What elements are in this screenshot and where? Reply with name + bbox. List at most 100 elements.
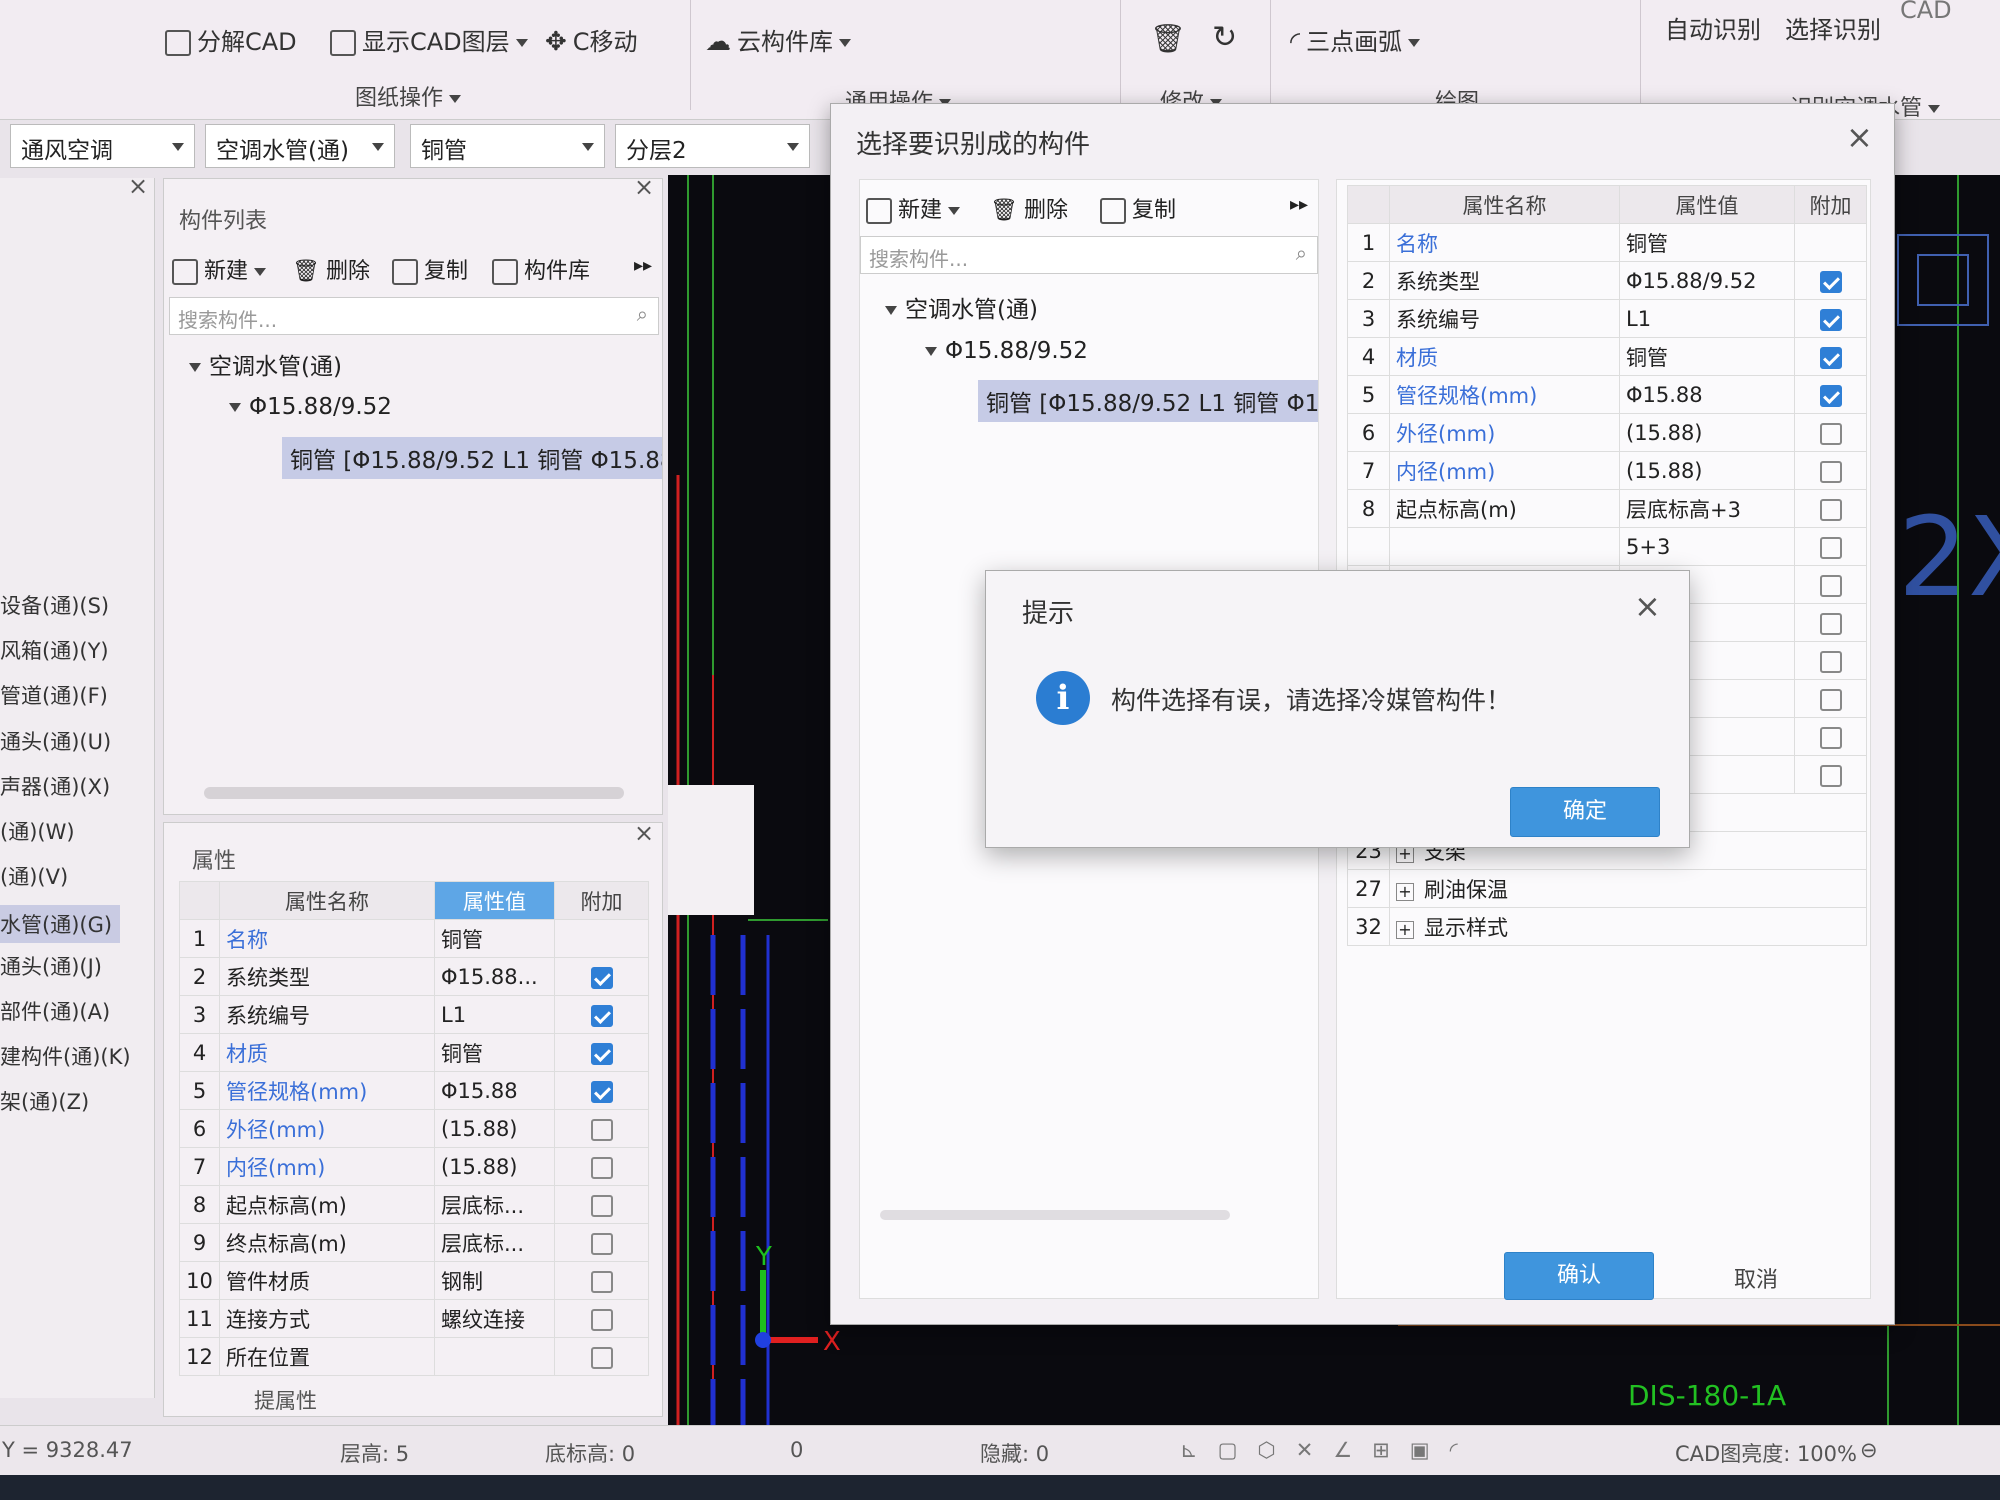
property-value[interactable]: 铜管 — [1619, 337, 1795, 376]
table-row[interactable]: 3 系统编号 L1 — [179, 995, 649, 1034]
table-row[interactable]: 10 管件材质 钢制 — [179, 1261, 649, 1300]
new-button[interactable]: 新建 — [866, 192, 961, 224]
property-value[interactable]: 5+3 — [1619, 527, 1795, 566]
tree-node-spec[interactable]: Φ15.88/9.52 — [925, 338, 1088, 364]
attach-checkbox[interactable] — [1819, 270, 1842, 293]
layer-select[interactable]: 分层2 — [615, 124, 810, 168]
snap-tool-icons[interactable]: ⊾▢⬡✕∠⊞▣◜ — [1180, 1438, 1478, 1462]
table-row[interactable]: 5+3 — [1347, 527, 1867, 566]
property-value[interactable]: Φ15.88... — [434, 957, 555, 996]
cloud-library-button[interactable]: ☁ 云构件库 — [705, 22, 851, 57]
property-value[interactable]: 铜管 — [434, 919, 555, 958]
auto-recognize-button[interactable]: 自动识别 — [1665, 10, 1761, 45]
table-row[interactable]: 2 系统类型 Φ15.88/9.52 — [1347, 261, 1867, 300]
c-move-button[interactable]: ✥ C移动 — [545, 22, 638, 57]
table-row[interactable]: 11 连接方式 螺纹连接 — [179, 1299, 649, 1338]
new-button[interactable]: 新建 — [172, 253, 267, 285]
tree-node-category[interactable]: 空调水管(通) — [885, 290, 1038, 324]
tree-node-category[interactable]: 空调水管(通) — [189, 347, 342, 381]
table-row[interactable]: 9 终点标高(m) 层底标... — [179, 1223, 649, 1262]
property-value[interactable]: 层底标... — [434, 1185, 555, 1224]
tree-node-component[interactable]: 铜管 [Φ15.88/9.52 L1 铜管 Φ15.88 — [282, 437, 662, 479]
copy-button[interactable]: 复制 — [1100, 192, 1176, 224]
select-recognize-button[interactable]: 选择识别 — [1785, 10, 1881, 45]
nav-item[interactable]: 声器(通)(X) — [0, 771, 110, 801]
table-row[interactable]: 8 起点标高(m) 层底标... — [179, 1185, 649, 1224]
copy-button[interactable]: 复制 — [392, 253, 468, 285]
horizontal-scrollbar[interactable] — [204, 787, 624, 799]
nav-item[interactable]: 建构件(通)(K) — [0, 1041, 131, 1071]
property-value[interactable]: L1 — [434, 995, 555, 1034]
table-row[interactable]: 5 管径规格(mm) Φ15.88 — [179, 1071, 649, 1110]
attach-checkbox[interactable] — [1819, 688, 1842, 711]
horizontal-scrollbar[interactable] — [880, 1210, 1230, 1220]
attach-checkbox[interactable] — [590, 1118, 613, 1141]
type-select[interactable]: 空调水管(通) — [205, 124, 395, 168]
attach-checkbox[interactable] — [590, 1270, 613, 1293]
table-row[interactable]: 4 材质 铜管 — [179, 1033, 649, 1072]
attach-checkbox[interactable] — [590, 1308, 613, 1331]
attach-checkbox[interactable] — [590, 1042, 613, 1065]
property-value[interactable] — [434, 1337, 555, 1376]
property-value[interactable]: (15.88) — [434, 1109, 555, 1148]
material-select[interactable]: 铜管 — [410, 124, 605, 168]
attach-checkbox[interactable] — [590, 1232, 613, 1255]
table-row[interactable]: 5 管径规格(mm) Φ15.88 — [1347, 375, 1867, 414]
attach-checkbox[interactable] — [1819, 498, 1842, 521]
delete-button[interactable]: 🗑 删除 — [292, 253, 370, 285]
nav-item[interactable]: 架(通)(Z) — [0, 1086, 89, 1116]
show-cad-layer-button[interactable]: 显示CAD图层 — [330, 22, 528, 57]
table-row[interactable]: 6 外径(mm) (15.88) — [1347, 413, 1867, 452]
delete-tool-button[interactable]: 🗑 — [1150, 22, 1186, 55]
attach-checkbox[interactable] — [590, 1156, 613, 1179]
more-icon[interactable]: ▸▸ — [1290, 194, 1308, 215]
property-value[interactable]: 层底标高+3 — [1619, 489, 1795, 528]
attach-checkbox[interactable] — [1819, 422, 1842, 445]
tree-node-spec[interactable]: Φ15.88/9.52 — [229, 394, 392, 420]
attach-checkbox[interactable] — [590, 1004, 613, 1027]
property-group-row[interactable]: 32 + 显示样式 — [1347, 907, 1867, 946]
group-drawing-ops[interactable]: 图纸操作 — [355, 80, 462, 112]
explode-cad-button[interactable]: 分解CAD — [165, 22, 297, 57]
zoom-out-icon[interactable]: ⊖ — [1860, 1438, 1878, 1462]
table-row[interactable]: 2 系统类型 Φ15.88... — [179, 957, 649, 996]
property-value[interactable]: Φ15.88 — [434, 1071, 555, 1110]
expand-icon[interactable]: + — [1396, 920, 1414, 939]
property-value[interactable]: Φ15.88/9.52 — [1619, 261, 1795, 300]
table-row[interactable]: 1 名称 铜管 — [1347, 223, 1867, 262]
close-icon[interactable]: × — [634, 173, 654, 201]
property-value[interactable]: 钢制 — [434, 1261, 555, 1300]
confirm-button[interactable]: 确认 — [1504, 1252, 1654, 1300]
attach-checkbox[interactable] — [1819, 650, 1842, 673]
attach-checkbox[interactable] — [1819, 308, 1842, 331]
property-value[interactable]: (15.88) — [1619, 413, 1795, 452]
attach-checkbox[interactable] — [1819, 574, 1842, 597]
search-input[interactable]: 搜索构件... ⌕ — [860, 236, 1318, 274]
property-value[interactable]: 铜管 — [434, 1033, 555, 1072]
property-value[interactable]: 层底标... — [434, 1223, 555, 1262]
property-value[interactable]: (15.88) — [434, 1147, 555, 1186]
nav-item[interactable]: (通)(V) — [0, 861, 68, 891]
attach-checkbox[interactable] — [1819, 726, 1842, 749]
table-row[interactable]: 6 外径(mm) (15.88) — [179, 1109, 649, 1148]
tree-node-component[interactable]: 铜管 [Φ15.88/9.52 L1 铜管 Φ15 — [978, 380, 1318, 422]
more-icon[interactable]: ▸▸ — [634, 255, 652, 276]
table-row[interactable]: 7 内径(mm) (15.88) — [1347, 451, 1867, 490]
property-group-row[interactable]: 27 + 刷油保温 — [1347, 869, 1867, 908]
attach-checkbox[interactable] — [1819, 384, 1842, 407]
attach-checkbox[interactable] — [590, 1346, 613, 1369]
nav-item[interactable]: 风箱(通)(Y) — [0, 635, 109, 665]
table-row[interactable]: 3 系统编号 L1 — [1347, 299, 1867, 338]
expand-icon[interactable]: + — [1396, 882, 1414, 901]
table-row[interactable]: 7 内径(mm) (15.88) — [179, 1147, 649, 1186]
attach-checkbox[interactable] — [1819, 536, 1842, 559]
library-button[interactable]: 构件库 — [492, 253, 590, 285]
attach-checkbox[interactable] — [1819, 612, 1842, 635]
attach-checkbox[interactable] — [1819, 346, 1842, 369]
attach-checkbox[interactable] — [1819, 460, 1842, 483]
property-value[interactable]: L1 — [1619, 299, 1795, 338]
nav-item[interactable]: (通)(W) — [0, 816, 75, 846]
nav-item[interactable]: 通头(通)(J) — [0, 951, 102, 981]
cancel-button[interactable]: 取消 — [1701, 1262, 1811, 1294]
nav-item[interactable]: 设备(通)(S) — [0, 590, 109, 620]
